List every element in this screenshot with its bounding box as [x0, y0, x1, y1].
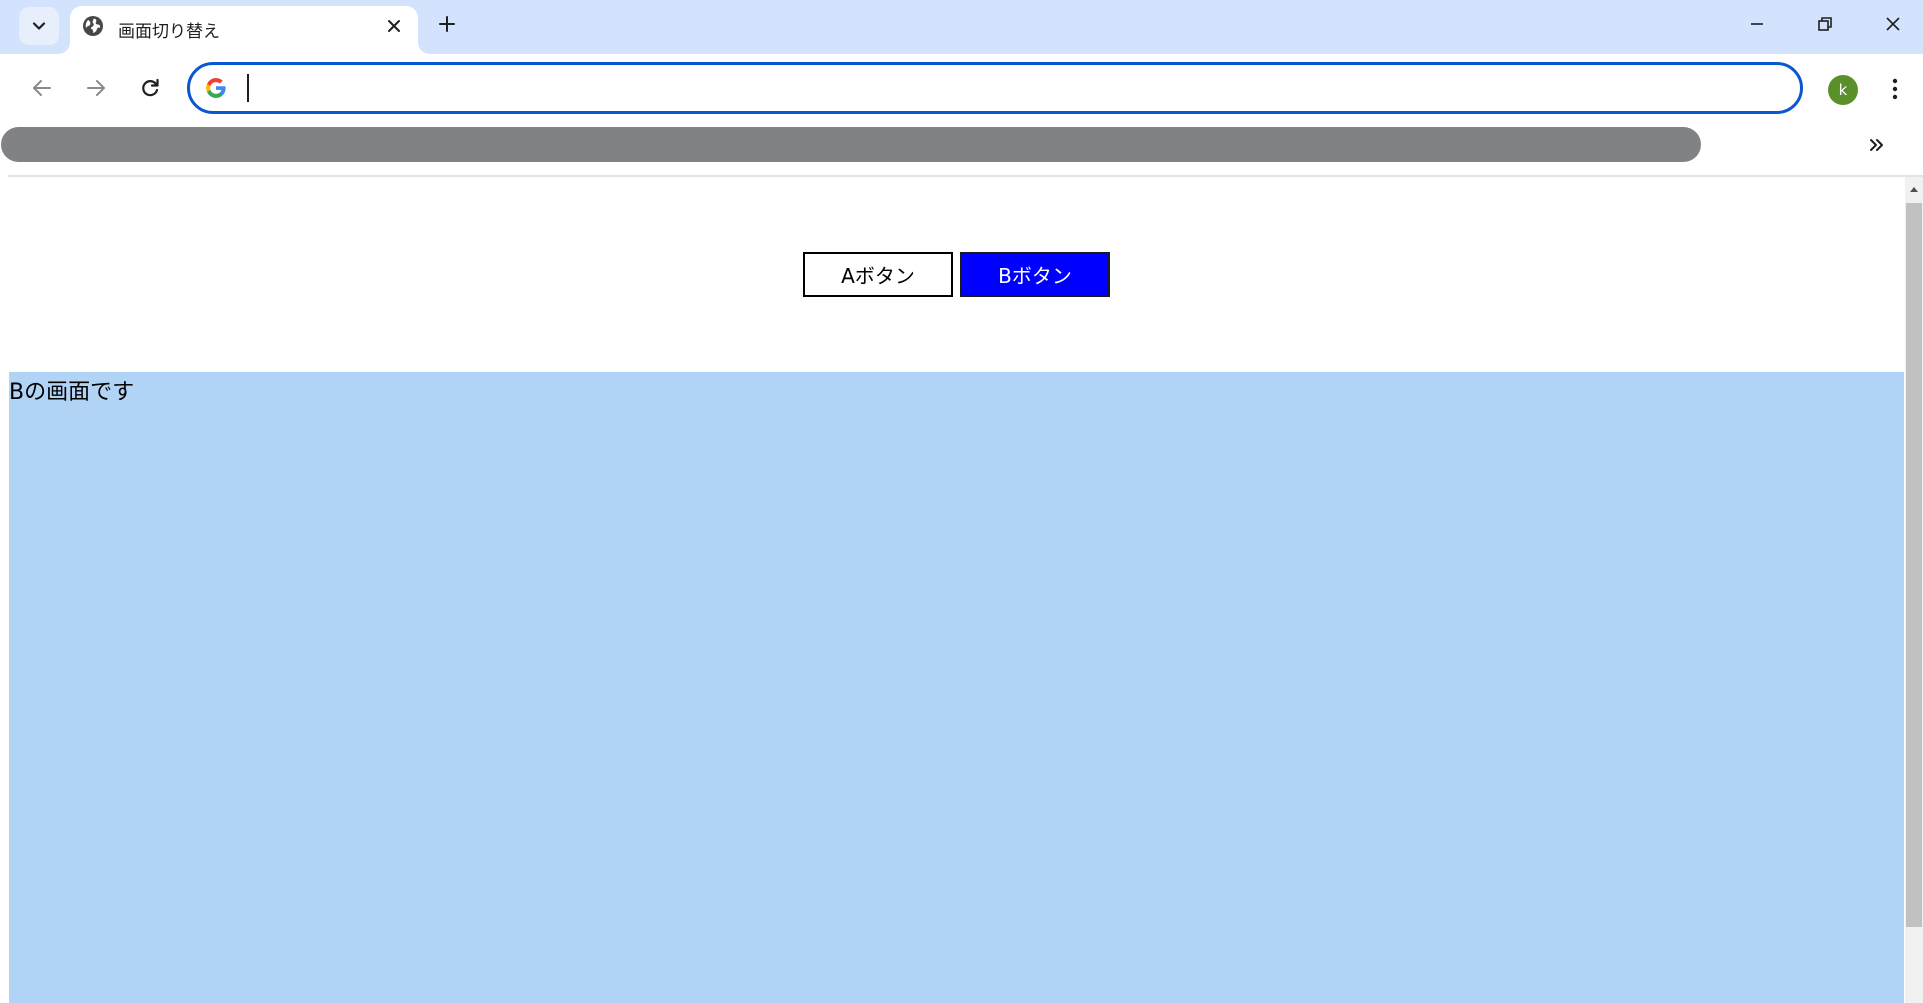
chevron-down-icon	[32, 22, 46, 30]
scrollbar-thumb[interactable]	[1906, 203, 1922, 927]
tab-search-button[interactable]	[19, 7, 59, 45]
close-icon	[388, 20, 400, 32]
screen-b-text: Bの画面です	[9, 380, 135, 405]
a-button[interactable]: Aボタン	[803, 252, 953, 297]
window-minimize-button[interactable]	[1724, 0, 1790, 48]
bookmarks-bar	[0, 122, 1923, 177]
plus-icon	[439, 16, 455, 32]
bookmarks-redacted-bar	[1, 127, 1701, 162]
double-chevron-right-icon	[1870, 139, 1883, 151]
scroll-up-button[interactable]	[1905, 177, 1923, 201]
reload-icon	[142, 78, 159, 97]
address-bar[interactable]	[187, 62, 1803, 114]
browser-menu-button[interactable]	[1880, 71, 1910, 107]
browser-tab[interactable]: 画面切り替え	[70, 6, 418, 54]
tab-close-button[interactable]	[382, 14, 406, 38]
restore-icon	[1818, 17, 1832, 31]
close-icon	[1886, 17, 1900, 31]
page-viewport: Aボタン Bボタン Bの画面です	[9, 177, 1904, 1003]
google-icon	[206, 78, 226, 98]
globe-icon	[83, 16, 103, 36]
screen-switch-buttons: Aボタン Bボタン	[9, 252, 1904, 298]
arrow-right-icon	[87, 80, 105, 96]
screen-b-panel: Bの画面です	[9, 372, 1904, 1003]
window-restore-button[interactable]	[1792, 0, 1858, 48]
triangle-up-icon	[1910, 187, 1918, 192]
reload-button[interactable]	[130, 68, 170, 108]
forward-button[interactable]	[76, 68, 116, 108]
vertical-scrollbar[interactable]	[1905, 177, 1923, 1003]
arrow-left-icon	[33, 80, 51, 96]
bookmarks-overflow-button[interactable]	[1862, 130, 1892, 160]
text-caret	[247, 74, 249, 102]
new-tab-button[interactable]	[432, 9, 462, 39]
more-vertical-icon	[1892, 78, 1898, 100]
profile-avatar[interactable]: k	[1828, 75, 1858, 105]
address-input[interactable]	[242, 71, 1772, 105]
tab-strip: 画面切り替え	[0, 0, 1923, 54]
browser-toolbar: k	[0, 54, 1923, 122]
b-button[interactable]: Bボタン	[960, 252, 1110, 297]
window-close-button[interactable]	[1860, 0, 1923, 48]
minimize-icon	[1751, 23, 1763, 25]
tab-title: 画面切り替え	[118, 22, 220, 42]
back-button[interactable]	[22, 68, 62, 108]
